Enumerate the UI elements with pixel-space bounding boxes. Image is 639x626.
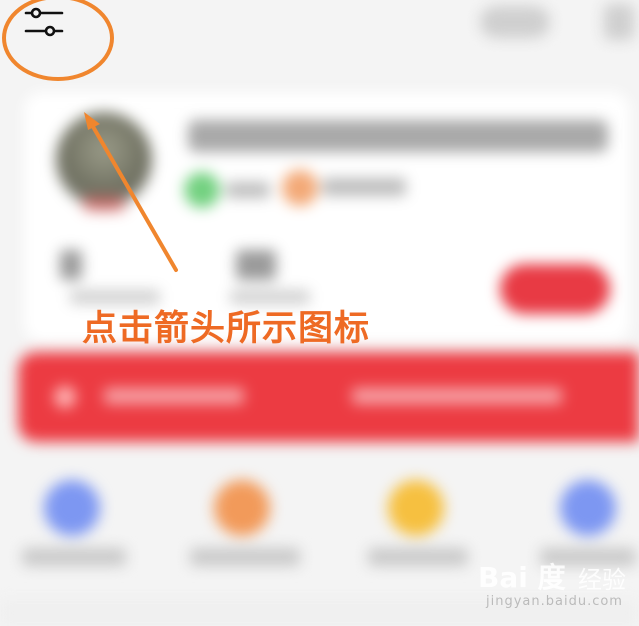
watermark-url: jingyan.baidu.com (486, 594, 623, 609)
baidu-jingyan-watermark: Bai 度 经验 jingyan.baidu.com (474, 552, 634, 618)
pointer-arrow-head (84, 112, 100, 130)
pointer-arrow-line (86, 116, 178, 272)
annotation-text: 点击箭头所示图标 (82, 309, 371, 349)
watermark-logo: Bai 度 (478, 561, 566, 594)
highlight-circle (2, 0, 114, 81)
watermark-brand: 经验 (578, 566, 626, 594)
app-screen: 点击箭头所示图标 Bai 度 经验 jingyan.baidu.com (0, 0, 639, 626)
